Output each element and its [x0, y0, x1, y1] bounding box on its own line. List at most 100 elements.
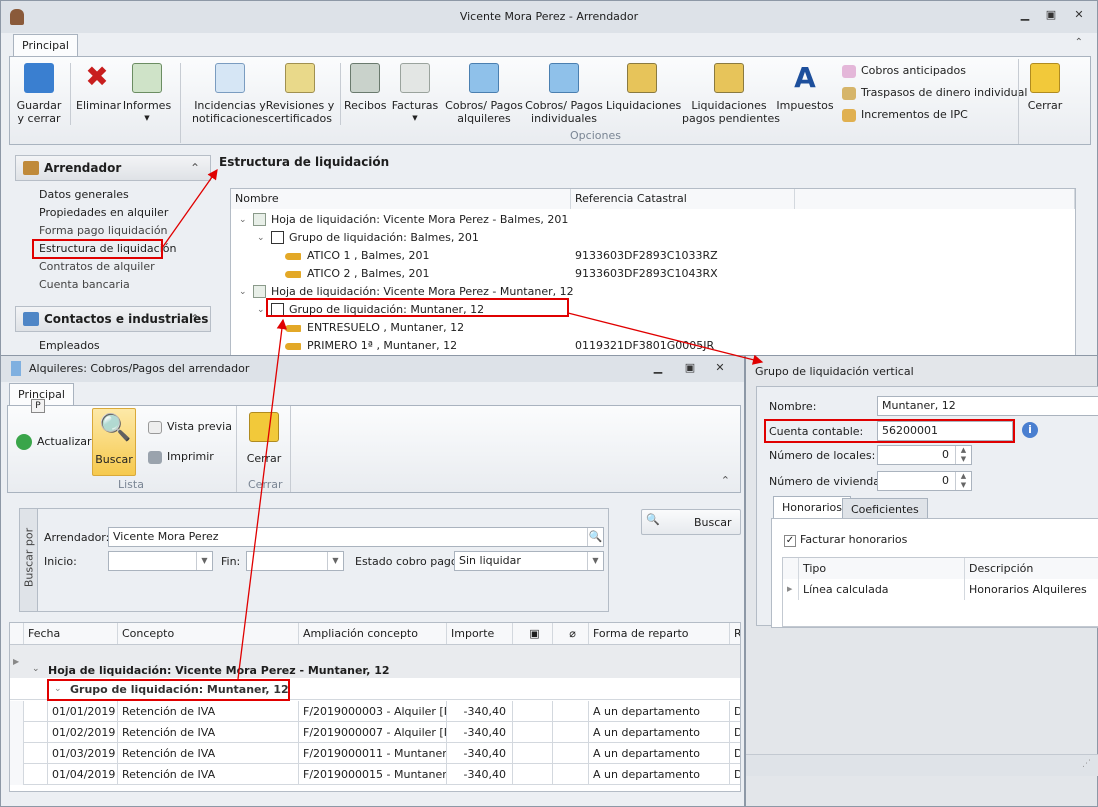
nav-datos-generales[interactable]: Datos generales: [39, 188, 129, 201]
inicio-date-input[interactable]: ▼: [108, 551, 213, 571]
tree-node[interactable]: PRIMERO 1ª , Muntaner, 12 0119321DF3801G0…: [231, 337, 1075, 355]
table-row[interactable]: 01/03/2019 Retención de IVA F/2019000011 -…: [10, 743, 740, 764]
tipo-cell[interactable]: Línea calculada: [799, 579, 965, 600]
minimize-button[interactable]: ▁: [648, 360, 668, 376]
dropdown-arrow-icon[interactable]: ▼: [196, 552, 212, 570]
liquidaciones-button[interactable]: Liquidaciones: [606, 63, 681, 112]
nav-propiedades[interactable]: Propiedades en alquiler: [39, 206, 168, 219]
col-document-icon[interactable]: ▣: [513, 623, 553, 644]
col-tipo[interactable]: Tipo: [799, 558, 965, 579]
locales-stepper[interactable]: 0 ▲ ▼: [877, 445, 972, 465]
recibos-button[interactable]: Recibos: [344, 63, 386, 112]
col-concepto[interactable]: Concepto: [118, 623, 299, 644]
lookup-icon[interactable]: 🔍: [587, 528, 603, 546]
incrementos-ipc-button[interactable]: Incrementos de IPC: [842, 108, 968, 122]
col-fecha[interactable]: Fecha: [24, 623, 118, 644]
chevron-down-icon[interactable]: ⌄: [32, 664, 40, 674]
table-row[interactable]: 01/01/2019 Retención de IVA F/2019000003 -…: [10, 701, 740, 722]
vista-previa-button[interactable]: Vista previa: [148, 420, 232, 434]
spin-icon[interactable]: ▲ ▼: [955, 446, 971, 464]
nav-group-arrendador[interactable]: Arrendador ⌃: [15, 155, 211, 181]
close-button[interactable]: ✕: [710, 360, 730, 376]
close-button[interactable]: ✕: [1069, 7, 1089, 23]
col-attachment-icon[interactable]: ⌀: [553, 623, 589, 644]
viviendas-stepper[interactable]: 0 ▲ ▼: [877, 471, 972, 491]
spin-icon[interactable]: ▲ ▼: [955, 472, 971, 490]
calculator-icon: [11, 361, 21, 376]
table-row[interactable]: 01/04/2019 Retención de IVA F/2019000015 -…: [10, 764, 740, 785]
imprimir-button[interactable]: Imprimir: [148, 450, 214, 464]
nav-empleados[interactable]: Empleados: [39, 339, 100, 352]
revisiones-button[interactable]: Revisiones y certificados: [264, 63, 336, 125]
key-icon: [285, 343, 301, 350]
nav-forma-pago[interactable]: Forma pago liquidación: [39, 224, 168, 237]
collapse-icon[interactable]: ⌃: [190, 307, 200, 331]
facturar-checkbox[interactable]: ✓ Facturar honorarios: [784, 533, 907, 547]
buscar-button[interactable]: 🔍 Buscar: [641, 509, 741, 535]
table-cell: Retención de IVA: [118, 743, 299, 764]
status-bar: ⋰: [746, 754, 1098, 776]
nav-contratos[interactable]: Contratos de alquiler: [39, 260, 155, 273]
cobros-individuales-button[interactable]: Cobros/ Pagos individuales: [524, 63, 604, 125]
cerrar-group-label: Cerrar: [248, 478, 283, 491]
table-cell: D: [730, 743, 740, 764]
maximize-button[interactable]: ▣: [1041, 7, 1061, 23]
liquidaciones-pendientes-button[interactable]: Liquidaciones pagos pendientes: [682, 63, 780, 125]
tab-coeficientes[interactable]: Coeficientes: [842, 498, 928, 518]
table-row[interactable]: 01/02/2019 Retención de IVA F/2019000007 -…: [10, 722, 740, 743]
nav-cuenta-bancaria[interactable]: Cuenta bancaria: [39, 278, 130, 291]
estado-select[interactable]: Sin liquidar ▼: [454, 551, 604, 571]
nombre-input[interactable]: Muntaner, 12: [877, 396, 1098, 416]
col-descripcion[interactable]: Descripción: [965, 558, 1098, 579]
collapse-icon[interactable]: ⌃: [190, 156, 200, 180]
nav-group-contactos[interactable]: Contactos e industriales ⌃: [15, 306, 211, 332]
highlight-box: [32, 239, 163, 259]
collapse-ribbon-icon[interactable]: ⌃: [1075, 37, 1083, 48]
nombre-label: Nombre:: [769, 400, 817, 413]
chevron-down-icon[interactable]: ⌄: [239, 283, 247, 301]
col-forma-reparto[interactable]: Forma de reparto: [589, 623, 730, 644]
info-icon[interactable]: i: [1022, 422, 1038, 438]
dropdown-arrow-icon[interactable]: ▼: [327, 552, 343, 570]
col-ampliacion[interactable]: Ampliación concepto: [299, 623, 447, 644]
impuestos-button[interactable]: A Impuestos: [776, 63, 834, 113]
col-importe[interactable]: Importe: [447, 623, 513, 644]
traspasos-button[interactable]: Traspasos de dinero individual: [842, 86, 1027, 100]
tree-node[interactable]: ENTRESUELO , Muntaner, 12: [231, 319, 1075, 337]
informes-button[interactable]: Informes ▼: [122, 63, 172, 125]
tree-node[interactable]: ATICO 1 , Balmes, 201 9133603DF2893C1033R…: [231, 247, 1075, 265]
resize-grip-icon[interactable]: ⋰: [1082, 759, 1091, 769]
guardar-button[interactable]: Guardar y cerrar: [16, 63, 62, 125]
minimize-button[interactable]: ▁: [1015, 7, 1035, 23]
collapse-ribbon-icon[interactable]: ⌃: [721, 474, 730, 487]
cerrar-ribbon-button[interactable]: Cerrar: [242, 412, 286, 465]
descripcion-cell[interactable]: Honorarios Alquileres: [965, 579, 1098, 600]
incidencias-button[interactable]: Incidencias y notificaciones: [188, 63, 272, 125]
chevron-down-icon[interactable]: ⌄: [257, 301, 265, 319]
cobros-anticipados-button[interactable]: Cobros anticipados: [842, 64, 966, 78]
col-referencia[interactable]: Referencia Catastral: [571, 189, 795, 209]
fin-date-input[interactable]: ▼: [246, 551, 344, 571]
facturas-button[interactable]: Facturas ▼: [390, 63, 440, 125]
actualizar-button[interactable]: Actualizar: [16, 434, 92, 450]
tab-principal[interactable]: Principal: [13, 34, 78, 57]
tree-node[interactable]: ATICO 2 , Balmes, 201 9133603DF2893C1043R…: [231, 265, 1075, 283]
arrendador-input[interactable]: Vicente Mora Perez 🔍: [108, 527, 604, 547]
tab-honorarios[interactable]: Honorarios: [773, 496, 852, 518]
chevron-down-icon[interactable]: ⌄: [257, 229, 265, 247]
maximize-button[interactable]: ▣: [680, 360, 700, 376]
chevron-down-icon[interactable]: ⌄: [239, 211, 247, 229]
buscar-ribbon-button[interactable]: 🔍 Buscar: [92, 408, 136, 476]
col-nombre[interactable]: Nombre: [231, 189, 571, 209]
dropdown-arrow-icon[interactable]: ▼: [587, 552, 603, 570]
col-r[interactable]: R: [730, 623, 740, 644]
lista-group-label: Lista: [118, 478, 144, 491]
tree-node[interactable]: ⌄ Hoja de liquidación: Vicente Mora Perez…: [231, 211, 1075, 229]
tree-node[interactable]: ⌄ Grupo de liquidación: Balmes, 201: [231, 229, 1075, 247]
cobros-alquileres-button[interactable]: Cobros/ Pagos alquileres: [444, 63, 524, 125]
group-row-hoja[interactable]: ▶ ⌄ Hoja de liquidación: Vicente Mora Pe…: [10, 645, 740, 678]
cerrar-button[interactable]: Cerrar: [1022, 63, 1068, 112]
eliminar-button[interactable]: ✖ Eliminar: [76, 63, 121, 113]
key-icon: [285, 325, 301, 332]
clipboard-icon: [271, 231, 284, 244]
